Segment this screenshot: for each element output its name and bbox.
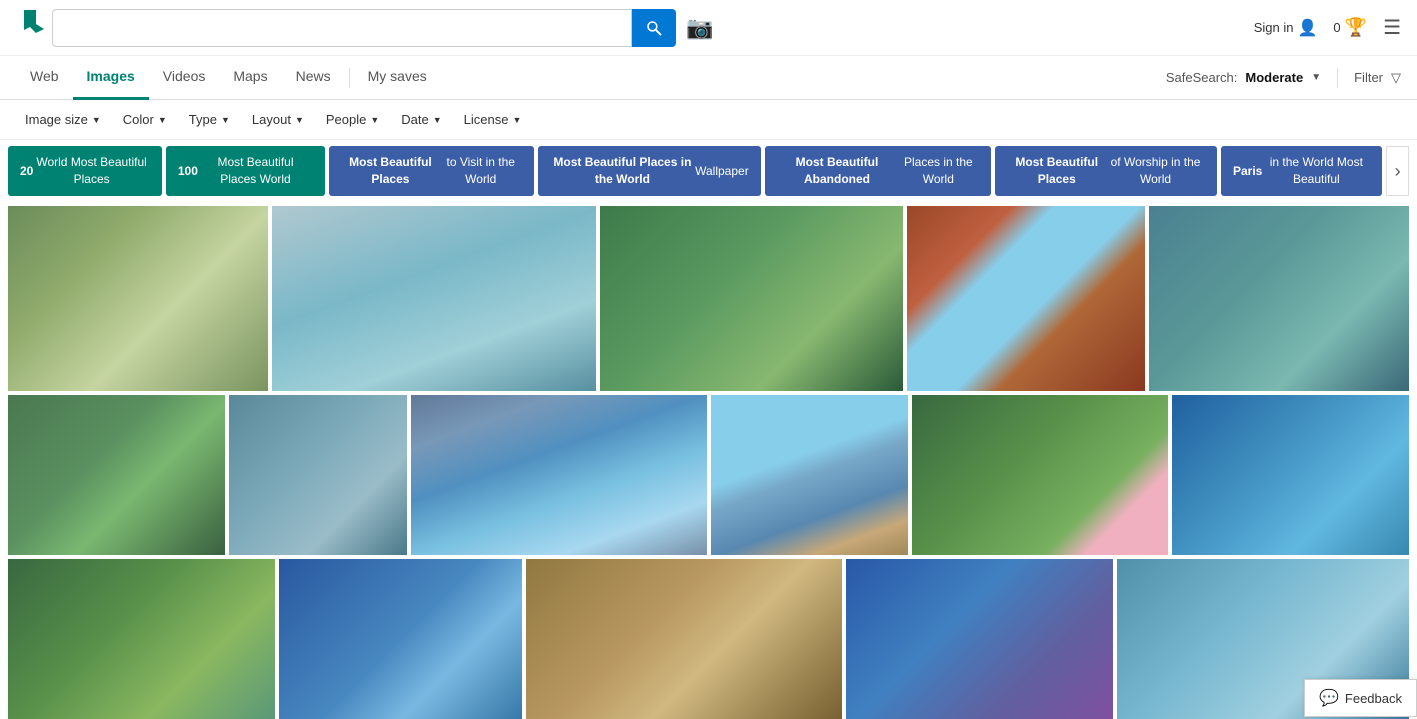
chip-3[interactable]: Most Beautiful Places in the WorldWallpa… <box>538 146 761 196</box>
image-green-waterfall[interactable] <box>8 559 275 719</box>
image-row-3 <box>8 559 1409 664</box>
sign-in-button[interactable]: Sign in 👤 <box>1254 18 1318 38</box>
filter-people[interactable]: People ▼ <box>317 107 388 132</box>
nav-maps[interactable]: Maps <box>219 56 281 100</box>
filter-license[interactable]: License ▼ <box>455 107 531 132</box>
image-canyon-rock[interactable] <box>907 206 1145 391</box>
chevron-down-icon: ▼ <box>433 115 442 125</box>
image-ancient-temple[interactable] <box>526 559 842 719</box>
nav-videos[interactable]: Videos <box>149 56 220 100</box>
image-rice-terraces[interactable] <box>8 206 268 391</box>
image-over-water-bungalows[interactable] <box>272 206 597 391</box>
image-aerial-island[interactable] <box>1172 395 1409 555</box>
nav-divider <box>349 68 350 88</box>
search-input[interactable]: most beautiful places in the world <box>63 19 621 36</box>
chip-2[interactable]: Most Beautiful Placesto Visit in the Wor… <box>329 146 534 196</box>
image-jiuzhaigou[interactable] <box>279 559 522 719</box>
safesearch-area: SafeSearch: Moderate ▼ Filter ▽ <box>1166 68 1401 88</box>
filter-button[interactable]: Filter ▽ <box>1354 70 1401 86</box>
image-green-hills[interactable] <box>8 395 225 555</box>
person-icon: 👤 <box>1297 18 1317 38</box>
related-searches-bar: 20World Most Beautiful Places 100Most Be… <box>0 140 1417 202</box>
subnav-bar: Image size ▼ Color ▼ Type ▼ Layout ▼ Peo… <box>0 100 1417 140</box>
chip-1[interactable]: 100Most Beautiful Places World <box>166 146 325 196</box>
filter-image-size[interactable]: Image size ▼ <box>16 107 110 132</box>
image-navagio-beach[interactable] <box>411 395 707 555</box>
image-colorful-landscape[interactable] <box>846 559 1113 719</box>
image-coastal-cliff[interactable] <box>711 395 908 555</box>
filter-color[interactable]: Color ▼ <box>114 107 176 132</box>
nav-news[interactable]: News <box>282 56 345 100</box>
safesearch-chevron: ▼ <box>1311 72 1321 83</box>
image-row-1 <box>8 206 1409 391</box>
filter-date[interactable]: Date ▼ <box>392 107 450 132</box>
chips-next-button[interactable]: › <box>1386 146 1409 196</box>
rewards-icon: 🏆 <box>1345 17 1367 38</box>
camera-button[interactable]: 📷 <box>686 15 713 41</box>
chip-6[interactable]: Parisin the World Most Beautiful <box>1221 146 1382 196</box>
chevron-down-icon: ▼ <box>92 115 101 125</box>
chevron-down-icon: ▼ <box>370 115 379 125</box>
images-container <box>0 202 1417 672</box>
nav-images[interactable]: Images <box>73 56 149 100</box>
filter-layout[interactable]: Layout ▼ <box>243 107 313 132</box>
safesearch-value[interactable]: Moderate <box>1245 70 1303 85</box>
chevron-down-icon: ▼ <box>158 115 167 125</box>
search-button[interactable] <box>632 9 676 47</box>
nav-my-saves[interactable]: My saves <box>354 56 441 100</box>
filter-icon: ▽ <box>1391 70 1401 86</box>
nav-web[interactable]: Web <box>16 56 73 100</box>
rewards-button[interactable]: 0 🏆 <box>1333 17 1367 38</box>
filter-type[interactable]: Type ▼ <box>180 107 239 132</box>
chevron-down-icon: ▼ <box>295 115 304 125</box>
chip-4[interactable]: Most Beautiful AbandonedPlaces in the Wo… <box>765 146 992 196</box>
chip-0[interactable]: 20World Most Beautiful Places <box>8 146 162 196</box>
image-waterfall-aerial[interactable] <box>600 206 903 391</box>
image-japanese-garden[interactable] <box>912 395 1168 555</box>
feedback-icon: 💬 <box>1319 688 1339 708</box>
chevron-down-icon: ▼ <box>221 115 230 125</box>
image-halong-bay[interactable] <box>1149 206 1409 391</box>
search-bar: most beautiful places in the world <box>52 9 632 47</box>
bing-logo[interactable] <box>16 6 52 50</box>
image-mountain-lake[interactable] <box>229 395 407 555</box>
feedback-label: Feedback <box>1345 691 1402 706</box>
image-row-2 <box>8 395 1409 555</box>
safesearch-label: SafeSearch: <box>1166 70 1238 85</box>
header-right: Sign in 👤 0 🏆 ☰ <box>1254 15 1401 40</box>
header: most beautiful places in the world 📷 Sig… <box>0 0 1417 56</box>
hamburger-menu[interactable]: ☰ <box>1383 15 1401 40</box>
feedback-button[interactable]: 💬 Feedback <box>1304 679 1417 717</box>
nav-bar: Web Images Videos Maps News My saves Saf… <box>0 56 1417 100</box>
chevron-down-icon: ▼ <box>512 115 521 125</box>
chip-5[interactable]: Most Beautiful Placesof Worship in the W… <box>995 146 1217 196</box>
nav-sep <box>1337 68 1338 88</box>
